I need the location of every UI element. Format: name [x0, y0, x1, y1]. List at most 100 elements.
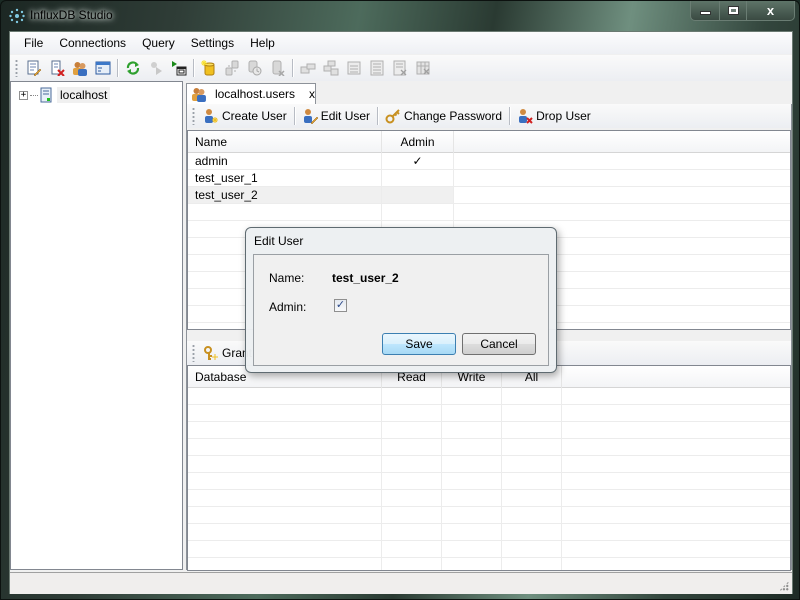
edit-connection-icon — [27, 60, 41, 76]
empty-table-row — [188, 439, 790, 456]
toolbar-grip[interactable] — [192, 344, 195, 362]
create-user-label: Create User — [222, 109, 287, 123]
toolbar-grip[interactable] — [15, 59, 18, 77]
copy-database-button[interactable] — [220, 57, 243, 79]
edit-user-button[interactable]: Edit User — [298, 105, 374, 127]
table-row[interactable]: admin ✓ — [188, 153, 790, 170]
refresh-button[interactable] — [121, 57, 144, 79]
empty-cell — [382, 456, 442, 473]
empty-cell — [382, 507, 442, 524]
users-button[interactable] — [68, 57, 91, 79]
drop-measurement-button[interactable] — [411, 57, 434, 79]
drop-database-icon — [272, 60, 285, 76]
run-query-icon — [150, 62, 162, 75]
empty-cell — [502, 456, 562, 473]
empty-cell — [502, 439, 562, 456]
edit-user-label: Edit User — [320, 109, 371, 123]
window-title: InfluxDB Studio — [30, 8, 113, 22]
admin-label: Admin: — [269, 300, 307, 314]
cell-name: test_user_2 — [188, 187, 382, 204]
empty-table-row — [188, 204, 790, 221]
series-icon — [323, 60, 338, 76]
toolbar-separator — [193, 59, 194, 77]
empty-cell — [188, 405, 382, 422]
row-filler — [562, 558, 790, 570]
resize-grip[interactable] — [779, 581, 789, 591]
tree-node-localhost[interactable]: + localhost — [19, 87, 111, 103]
drop-user-icon — [519, 109, 533, 124]
close-button[interactable]: x — [747, 1, 794, 20]
row-filler — [562, 541, 790, 557]
menu-connections[interactable]: Connections — [51, 34, 134, 52]
row-filler — [562, 490, 790, 506]
empty-cell — [502, 507, 562, 524]
minimize-button[interactable] — [691, 1, 720, 20]
empty-cell — [382, 558, 442, 570]
tab-close-button[interactable]: x — [309, 87, 315, 101]
grant-privilege-icon — [204, 346, 218, 360]
save-button[interactable]: Save — [382, 333, 456, 355]
permissions-table[interactable]: Database Read Write All — [187, 365, 791, 571]
empty-cell — [442, 473, 502, 490]
empty-cell — [188, 422, 382, 439]
dialog-title: Edit User — [254, 234, 304, 248]
empty-cell — [502, 422, 562, 439]
tab-localhost-users[interactable]: localhost.users x — [186, 83, 316, 104]
menu-settings[interactable]: Settings — [183, 34, 242, 52]
empty-table-row — [188, 558, 790, 570]
toolbar-grip[interactable] — [192, 107, 195, 125]
empty-table-row — [188, 541, 790, 558]
cancel-button[interactable]: Cancel — [462, 333, 536, 355]
retention-policy-button[interactable] — [243, 57, 266, 79]
admin-checkbox[interactable]: ✓ — [334, 299, 347, 312]
empty-table-row — [188, 473, 790, 490]
empty-cell — [188, 507, 382, 524]
new-query-window-button[interactable] — [167, 57, 190, 79]
measurements-button[interactable] — [342, 57, 365, 79]
table-row-selected[interactable]: test_user_2 — [188, 187, 790, 204]
header-filler — [454, 131, 790, 152]
empty-cell — [382, 524, 442, 541]
run-query-button[interactable] — [144, 57, 167, 79]
empty-cell — [382, 490, 442, 507]
maximize-button[interactable] — [720, 1, 747, 20]
empty-cell — [188, 541, 382, 558]
caption-buttons: x — [690, 1, 795, 21]
title-bar[interactable]: InfluxDB Studio x — [1, 1, 800, 31]
table-row[interactable]: test_user_1 — [188, 170, 790, 187]
menu-help[interactable]: Help — [242, 34, 283, 52]
edit-connection-button[interactable] — [22, 57, 45, 79]
column-header-name[interactable]: Name — [188, 131, 382, 153]
empty-cell — [502, 490, 562, 507]
change-password-button[interactable]: Change Password — [381, 105, 506, 127]
menu-query[interactable]: Query — [134, 34, 183, 52]
create-database-button[interactable] — [197, 57, 220, 79]
drop-user-button[interactable]: Drop User — [513, 105, 595, 127]
drop-measurement-icon — [416, 61, 429, 75]
series-button[interactable] — [319, 57, 342, 79]
cell-admin-check — [382, 187, 454, 204]
row-filler — [454, 204, 790, 220]
header-filler — [562, 366, 790, 387]
empty-table-row — [188, 388, 790, 405]
name-label: Name: — [269, 271, 305, 285]
expand-icon[interactable]: + — [19, 90, 28, 100]
copy-database-icon — [225, 60, 238, 76]
create-user-button[interactable]: Create User — [199, 105, 291, 127]
name-value: test_user_2 — [332, 271, 399, 285]
diagnostics-button[interactable] — [296, 57, 319, 79]
console-icon — [95, 61, 110, 75]
menu-file[interactable]: File — [16, 34, 51, 52]
column-header-admin[interactable]: Admin — [382, 131, 454, 153]
connection-tree[interactable]: + localhost — [10, 81, 183, 570]
drop-database-button[interactable] — [266, 57, 289, 79]
empty-cell — [442, 405, 502, 422]
remove-connection-button[interactable] — [45, 57, 68, 79]
drop-series-button[interactable] — [388, 57, 411, 79]
console-button[interactable] — [91, 57, 114, 79]
cell-name: admin — [188, 153, 382, 170]
toolbar-separator — [509, 107, 511, 125]
fields-button[interactable] — [365, 57, 388, 79]
toolbar-separator — [292, 59, 293, 77]
empty-table-row — [188, 524, 790, 541]
